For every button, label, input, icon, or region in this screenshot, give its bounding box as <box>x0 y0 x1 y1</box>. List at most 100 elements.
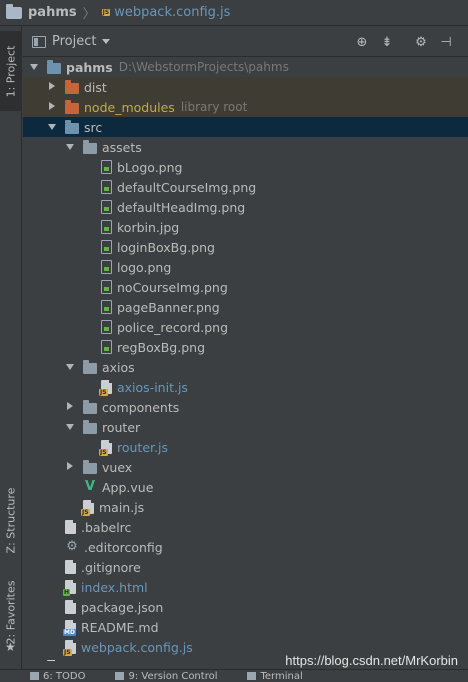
tree-item-label: regBoxBg.png <box>117 339 206 355</box>
tree-row[interactable]: JS main.js <box>23 497 468 517</box>
tree-row[interactable]: V App.vue <box>23 477 468 497</box>
tree-row[interactable]: .babelrc <box>23 517 468 537</box>
tree-item-label: router.js <box>117 439 168 455</box>
tree-item-label: loginBoxBg.png <box>117 239 215 255</box>
tree-row[interactable]: ⚙ .editorconfig <box>23 537 468 557</box>
tree-row[interactable]: police_record.png <box>23 317 468 337</box>
todo-label: 6: TODO <box>43 670 86 682</box>
tree-row[interactable]: src <box>23 117 468 137</box>
folder-icon <box>83 359 97 374</box>
expand-arrow-icon[interactable] <box>65 422 75 432</box>
target-icon[interactable]: ⊕ <box>354 34 370 50</box>
tree-row[interactable]: components <box>23 397 468 417</box>
watermark: https://blog.csdn.net/MrKorbin <box>285 653 458 668</box>
tree-row[interactable]: axios <box>23 357 468 377</box>
image-file-icon <box>101 180 112 194</box>
tree-row[interactable]: node_modules library root <box>23 97 468 117</box>
tree-row[interactable]: assets <box>23 137 468 157</box>
navigation-bar: pahms 〉 JS webpack.config.js <box>0 0 468 26</box>
library-icon <box>47 660 58 661</box>
hide-icon[interactable]: ⊣ <box>438 34 454 50</box>
tree-item-label: External Libraries <box>63 660 173 662</box>
breadcrumb-file[interactable]: webpack.config.js <box>114 5 230 20</box>
tree-item-label: noCourseImg.png <box>117 279 228 295</box>
bottom-tool-stripe: 6: TODO 9: Version Control Terminal <box>0 669 468 682</box>
breadcrumb-separator: 〉 <box>82 7 96 22</box>
md-file-icon: MD <box>63 620 76 636</box>
tree-row[interactable]: korbin.jpg <box>23 217 468 237</box>
tree-row[interactable]: router <box>23 417 468 437</box>
file-icon <box>65 520 76 534</box>
tree-item-label: defaultHeadImg.png <box>117 199 246 215</box>
tree-row[interactable]: regBoxBg.png <box>23 337 468 357</box>
html-file-icon: H <box>63 580 76 596</box>
tree-row[interactable]: pahms D:\WebstormProjects\pahms <box>23 57 468 77</box>
tree-row[interactable]: pageBanner.png <box>23 297 468 317</box>
tree-item-label: router <box>102 419 141 435</box>
structure-tool-tab[interactable]: Z: Structure <box>0 475 22 565</box>
tree-row[interactable]: MD README.md <box>23 617 468 637</box>
tree-item-hint: D:\WebstormProjects\pahms <box>118 60 289 74</box>
version-control-icon <box>115 672 125 680</box>
tree-row[interactable]: dist <box>23 77 468 97</box>
chevron-down-icon[interactable] <box>102 39 111 44</box>
expand-arrow-icon[interactable] <box>65 142 75 152</box>
todo-tool-tab[interactable]: 6: TODO <box>30 671 85 682</box>
tree-item-label: pahms <box>66 59 113 75</box>
terminal-tool-tab[interactable]: Terminal <box>247 671 303 682</box>
js-file-icon: JS <box>63 640 76 656</box>
image-file-icon <box>101 280 112 294</box>
expand-arrow-icon[interactable] <box>65 362 75 372</box>
tree-item-label: bLogo.png <box>117 159 183 175</box>
project-panel-header: Project ⊕ ⇟ ⚙ ⊣ <box>23 27 468 57</box>
expand-arrow-icon[interactable] <box>47 122 57 132</box>
tree-item-label: package.json <box>81 599 164 615</box>
tree-item-label: .editorconfig <box>84 539 163 555</box>
tree-row[interactable]: JS router.js <box>23 437 468 457</box>
collapsed-arrow-icon[interactable] <box>65 402 75 412</box>
tree-item-label: police_record.png <box>117 319 229 335</box>
tree-row[interactable]: bLogo.png <box>23 157 468 177</box>
project-view-selector[interactable]: Project <box>52 34 96 49</box>
expand-arrow-icon[interactable] <box>29 62 39 72</box>
folder-icon <box>65 79 79 94</box>
folder-icon <box>83 399 97 414</box>
collapsed-arrow-icon[interactable] <box>47 82 57 92</box>
tree-row[interactable]: JS axios-init.js <box>23 377 468 397</box>
tree-row[interactable]: .gitignore <box>23 557 468 577</box>
favorites-tab-label: 2: Favorites <box>4 580 18 644</box>
collapsed-arrow-icon[interactable] <box>65 462 75 472</box>
tree-row[interactable]: loginBoxBg.png <box>23 237 468 257</box>
folder-icon <box>83 419 97 434</box>
tree-row[interactable]: package.json <box>23 597 468 617</box>
version-control-tool-tab[interactable]: 9: Version Control <box>115 671 217 682</box>
tree-item-hint: library root <box>180 100 248 114</box>
tree-item-label: components <box>102 399 180 415</box>
tree-row[interactable]: logo.png <box>23 257 468 277</box>
tree-row[interactable]: vuex <box>23 457 468 477</box>
project-tool-tab[interactable]: 1: Project <box>0 31 22 111</box>
project-tree[interactable]: pahms D:\WebstormProjects\pahms dist node_m… <box>23 57 468 661</box>
image-file-icon <box>101 160 112 174</box>
tree-row[interactable]: defaultHeadImg.png <box>23 197 468 217</box>
tree-item-label: dist <box>84 79 107 95</box>
breadcrumb-project[interactable]: pahms <box>28 5 77 20</box>
folder-icon <box>65 99 79 114</box>
project-tab-label: 1: Project <box>4 45 18 97</box>
tree-item-label: App.vue <box>102 479 154 495</box>
tree-item-label: src <box>84 119 103 135</box>
js-file-icon: JS <box>99 380 112 396</box>
tree-item-label: .babelrc <box>81 519 132 535</box>
collapsed-arrow-icon[interactable] <box>47 102 57 112</box>
tree-item-label: axios <box>102 359 135 375</box>
image-file-icon <box>101 260 112 274</box>
image-file-icon <box>101 320 112 334</box>
folder-icon <box>83 459 97 474</box>
image-file-icon <box>101 220 112 234</box>
js-file-icon: JS <box>99 440 112 456</box>
tree-row[interactable]: defaultCourseImg.png <box>23 177 468 197</box>
tree-row[interactable]: noCourseImg.png <box>23 277 468 297</box>
settings-gear-icon[interactable]: ⚙ <box>413 34 429 50</box>
collapse-all-icon[interactable]: ⇟ <box>379 34 395 50</box>
tree-row[interactable]: Hindex.html <box>23 577 468 597</box>
